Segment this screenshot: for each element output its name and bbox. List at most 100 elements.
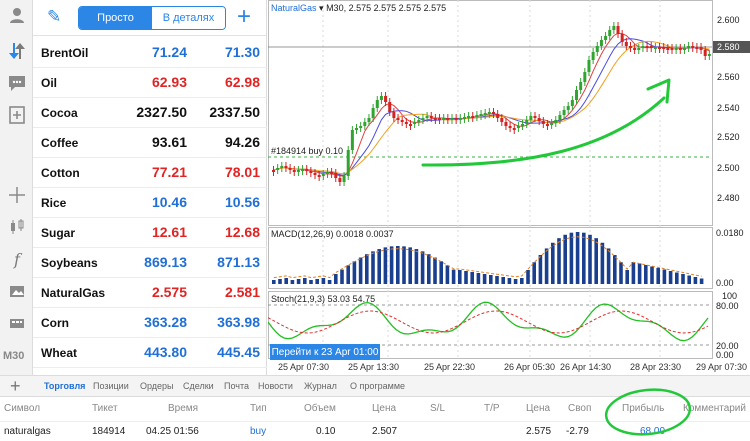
macd-bar — [433, 257, 437, 284]
candle — [467, 116, 471, 118]
candle — [624, 42, 628, 46]
timeframe-label[interactable]: M30 — [3, 350, 24, 362]
macd-bar — [668, 271, 673, 284]
chart-header: NaturalGas ▾ M30, 2.575 2.575 2.575 2.57… — [271, 3, 446, 13]
tab-about[interactable]: О программе — [350, 381, 405, 391]
position-swap: -2.79 — [566, 426, 589, 437]
macd-bar — [296, 279, 301, 284]
quote-row[interactable]: Soybeans 869.13 871.13 — [33, 248, 267, 278]
candle — [330, 172, 334, 174]
candle — [272, 170, 275, 172]
tab-mail[interactable]: Почта — [224, 381, 249, 391]
quote-row[interactable]: Oil 62.93 62.98 — [33, 68, 267, 98]
add-tab-icon[interactable]: + — [10, 376, 21, 397]
candle — [595, 46, 599, 52]
tab-news[interactable]: Новости — [258, 381, 293, 391]
tab-positions[interactable]: Позиции — [93, 381, 129, 391]
indicator-icon[interactable]: f — [6, 248, 28, 270]
position-price: 2.575 — [526, 426, 552, 437]
stoch-main-line — [268, 301, 709, 342]
quote-bid: 2327.50 — [136, 104, 187, 120]
order-label: #184914 buy 0.10 — [271, 146, 343, 156]
macd-bar — [321, 278, 326, 284]
stoch-scale-80: 80.00 — [716, 301, 739, 311]
user-icon[interactable] — [6, 4, 28, 26]
templates-icon[interactable] — [6, 312, 28, 334]
candle — [292, 170, 296, 172]
chart-window[interactable]: #184914 buy 0.10 NaturalGas ▾ M30, 2.575… — [268, 0, 750, 375]
objects-icon[interactable] — [6, 280, 28, 302]
chat-icon[interactable] — [6, 72, 28, 94]
price-chart[interactable]: #184914 buy 0.10 NaturalGas ▾ M30, 2.575… — [268, 0, 750, 375]
macd-bar — [662, 269, 667, 284]
macd-bar — [278, 279, 282, 284]
trading-terminal: f M30 ✎ Просто В деталях + BrentOil 71.24… — [0, 0, 750, 441]
quote-row[interactable]: Sugar 12.61 12.68 — [33, 218, 267, 248]
time-label: 25 Apr 07:30 — [278, 362, 330, 372]
position-time: 04.25 01:56 — [146, 426, 199, 437]
candle — [496, 114, 500, 118]
tab-journal[interactable]: Журнал — [304, 381, 337, 391]
tab-deals[interactable]: Сделки — [183, 381, 214, 391]
quote-symbol: Cocoa — [41, 106, 78, 120]
stoch-signal-line — [268, 310, 709, 334]
candle — [562, 110, 566, 115]
macd-bar — [687, 275, 691, 284]
quote-row[interactable]: BrentOil 71.24 71.30 — [33, 38, 267, 68]
macd-bar — [464, 271, 468, 284]
candle — [325, 172, 329, 174]
candle — [462, 117, 466, 119]
position-type: buy — [250, 426, 267, 437]
goto-date-button[interactable]: Перейти к 23 Apr 01:00 — [270, 344, 380, 360]
macd-bar — [507, 278, 512, 284]
macd-bar — [402, 246, 406, 284]
quote-row[interactable]: Wheat 443.80 445.45 — [33, 338, 267, 368]
edit-pencil-icon[interactable]: ✎ — [47, 7, 61, 27]
macd-bar — [489, 275, 493, 284]
candle — [533, 116, 537, 118]
macd-bar — [470, 272, 474, 284]
macd-bar — [619, 262, 623, 284]
candle — [662, 47, 666, 49]
candle — [301, 169, 305, 171]
quote-ask: 2.581 — [224, 284, 260, 300]
tab-trade[interactable]: Торговля — [44, 381, 85, 391]
quote-row[interactable]: Cocoa 2327.50 2337.50 — [33, 98, 267, 128]
tab-orders[interactable]: Ордеры — [140, 381, 174, 391]
mode-detailed-button[interactable]: В деталях — [152, 7, 225, 29]
mode-simple-button[interactable]: Просто — [79, 7, 152, 29]
macd-scale-top: 0.0180 — [716, 228, 744, 238]
quote-symbol: Coffee — [41, 136, 79, 150]
crosshair-icon[interactable] — [6, 184, 28, 206]
quote-row[interactable]: Corn 363.28 363.98 — [33, 308, 267, 338]
add-chart-icon[interactable] — [6, 104, 28, 126]
candle — [483, 113, 487, 115]
candle — [413, 122, 417, 124]
macd-bar — [272, 280, 276, 284]
quote-row[interactable]: Rice 10.46 10.56 — [33, 188, 267, 218]
macd-bar — [675, 272, 679, 284]
quote-ask: 10.56 — [224, 194, 260, 210]
candle — [703, 50, 707, 56]
macd-bar — [352, 261, 357, 284]
quote-row[interactable]: NaturalGas 2.575 2.581 — [33, 278, 267, 308]
macd-bar — [427, 254, 431, 284]
quotes-toolbar: ✎ Просто В деталях + — [33, 0, 267, 36]
macd-bar — [327, 280, 332, 284]
candle — [608, 30, 612, 36]
macd-bar — [414, 249, 419, 284]
quote-row[interactable]: Coffee 93.61 94.26 — [33, 128, 267, 158]
candle — [541, 121, 545, 124]
candle — [591, 52, 595, 60]
col-symbol: Символ — [4, 403, 41, 414]
candle — [388, 102, 392, 112]
trade-arrows-icon[interactable] — [6, 40, 28, 62]
quote-row[interactable]: Cotton 77.21 78.01 — [33, 158, 267, 188]
candle — [691, 46, 695, 48]
macd-bar — [656, 268, 660, 284]
candle — [658, 47, 662, 49]
annotation-arrow — [421, 96, 666, 167]
candle — [375, 100, 379, 108]
add-symbol-icon[interactable]: + — [237, 3, 251, 31]
candles-icon[interactable] — [6, 216, 28, 238]
